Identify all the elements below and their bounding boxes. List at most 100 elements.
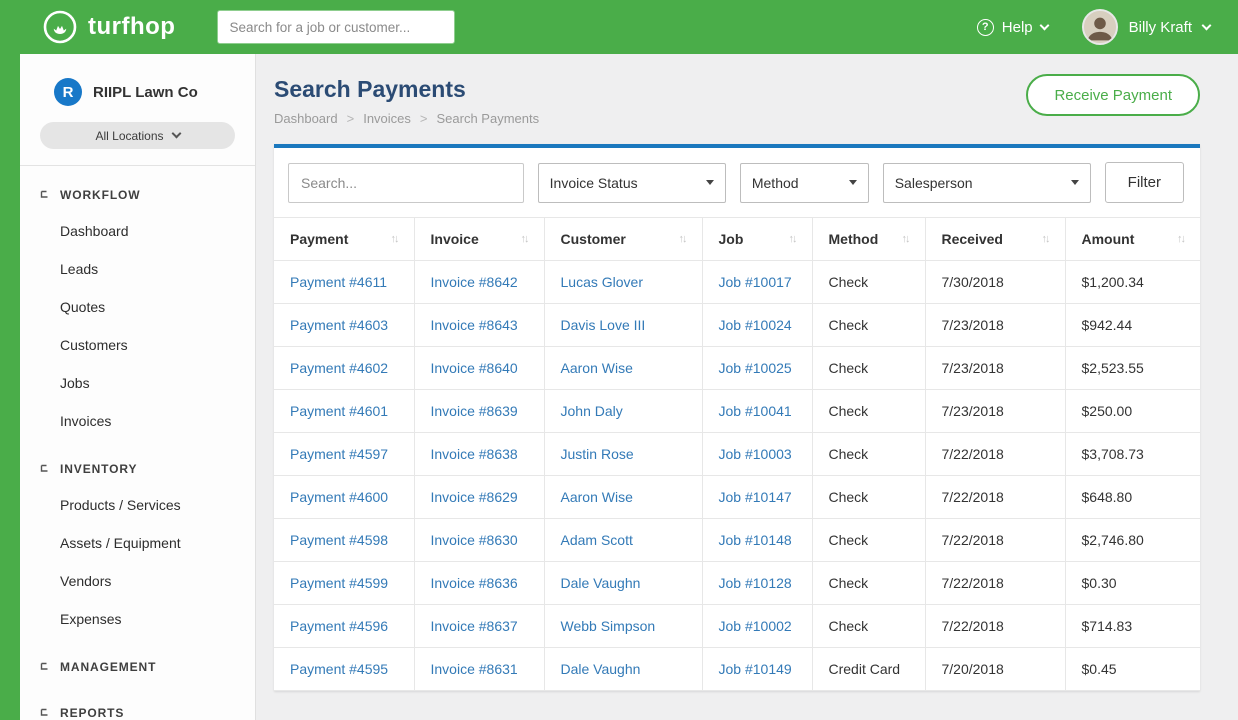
payment-link[interactable]: Payment #4598 [290,532,388,548]
sidebar-item-invoices[interactable]: Invoices [20,402,255,440]
all-locations-selector[interactable]: All Locations [40,122,235,149]
sidebar-item-leads[interactable]: Leads [20,250,255,288]
filter-button[interactable]: Filter [1105,162,1184,203]
sidebar-item-jobs[interactable]: Jobs [20,364,255,402]
invoice-status-select[interactable]: Invoice Status [538,163,726,203]
sidebar-section-header-inventory: INVENTORY [20,440,255,486]
payment-link[interactable]: Payment #4600 [290,489,388,505]
payment-link[interactable]: Payment #4602 [290,360,388,376]
breadcrumb-separator: > [420,111,428,126]
column-header-job[interactable]: ↑↓Job [702,218,812,261]
job-link[interactable]: Job #10128 [719,575,792,591]
invoice-link[interactable]: Invoice #8636 [431,575,518,591]
job-link[interactable]: Job #10002 [719,618,792,634]
customer-link[interactable]: Davis Love III [561,317,646,333]
method-select[interactable]: Method [740,163,869,203]
sidebar-item-quotes[interactable]: Quotes [20,288,255,326]
invoice-link[interactable]: Invoice #8631 [431,661,518,677]
breadcrumb-item-dashboard[interactable]: Dashboard [274,111,338,126]
payments-search-input[interactable] [288,163,524,203]
column-header-invoice[interactable]: ↑↓Invoice [414,218,544,261]
job-link[interactable]: Job #10148 [719,532,792,548]
invoice-link[interactable]: Invoice #8642 [431,274,518,290]
job-link[interactable]: Job #10149 [719,661,792,677]
global-search-input[interactable] [217,10,455,44]
column-header-label: Job [719,231,744,247]
payment-link[interactable]: Payment #4611 [290,274,387,290]
brand-logo[interactable]: turfhop [42,9,175,45]
sidebar-item-dashboard[interactable]: Dashboard [20,212,255,250]
sidebar-item-expenses[interactable]: Expenses [20,600,255,638]
sidebar-nav: WORKFLOWDashboardLeadsQuotesCustomersJob… [20,166,255,720]
payment-link[interactable]: Payment #4599 [290,575,388,591]
customer-link[interactable]: Webb Simpson [561,618,656,634]
customer-cell: John Daly [544,390,702,433]
column-header-customer[interactable]: ↑↓Customer [544,218,702,261]
job-link[interactable]: Job #10041 [719,403,792,419]
received-value: 7/22/2018 [942,532,1004,548]
customer-link[interactable]: Dale Vaughn [561,575,641,591]
invoice-link[interactable]: Invoice #8640 [431,360,518,376]
invoice-cell: Invoice #8643 [414,304,544,347]
job-link[interactable]: Job #10003 [719,446,792,462]
customer-link[interactable]: Lucas Glover [561,274,643,290]
amount-value: $2,746.80 [1082,532,1144,548]
tree-icon [40,463,52,475]
page-title: Search Payments [274,76,539,103]
receive-payment-button[interactable]: Receive Payment [1026,74,1200,116]
invoice-link[interactable]: Invoice #8637 [431,618,518,634]
invoice-cell: Invoice #8631 [414,648,544,691]
salesperson-select[interactable]: Salesperson [883,163,1091,203]
customer-link[interactable]: Dale Vaughn [561,661,641,677]
method-cell: Check [812,304,925,347]
column-header-amount[interactable]: ↑↓Amount [1065,218,1200,261]
payments-table: ↑↓Payment↑↓Invoice↑↓Customer↑↓Job↑↓Metho… [274,217,1200,691]
job-cell: Job #10147 [702,476,812,519]
payment-link[interactable]: Payment #4601 [290,403,388,419]
customer-link[interactable]: Aaron Wise [561,489,633,505]
table-row: Payment #4597 Invoice #8638 Justin Rose Job… [274,433,1200,476]
customer-link[interactable]: Aaron Wise [561,360,633,376]
breadcrumb-item-invoices[interactable]: Invoices [363,111,411,126]
customer-link[interactable]: Justin Rose [561,446,634,462]
table-row: Payment #4600 Invoice #8629 Aaron Wise Job … [274,476,1200,519]
job-link[interactable]: Job #10147 [719,489,792,505]
company-logo-badge: R [54,78,82,106]
column-header-payment[interactable]: ↑↓Payment [274,218,414,261]
invoice-link[interactable]: Invoice #8638 [431,446,518,462]
sidebar-item-assets-equipment[interactable]: Assets / Equipment [20,524,255,562]
table-row: Payment #4611 Invoice #8642 Lucas Glover Jo… [274,261,1200,304]
turfhop-logo-icon [42,9,78,45]
column-header-received[interactable]: ↑↓Received [925,218,1065,261]
column-header-method[interactable]: ↑↓Method [812,218,925,261]
invoice-link[interactable]: Invoice #8639 [431,403,518,419]
payment-link[interactable]: Payment #4597 [290,446,388,462]
invoice-link[interactable]: Invoice #8629 [431,489,518,505]
job-cell: Job #10041 [702,390,812,433]
job-cell: Job #10024 [702,304,812,347]
user-menu[interactable]: Billy Kraft [1082,9,1210,45]
received-cell: 7/22/2018 [925,433,1065,476]
sidebar-item-vendors[interactable]: Vendors [20,562,255,600]
invoice-link[interactable]: Invoice #8630 [431,532,518,548]
amount-value: $0.30 [1082,575,1117,591]
sidebar-item-customers[interactable]: Customers [20,326,255,364]
payment-link[interactable]: Payment #4596 [290,618,388,634]
method-cell: Check [812,519,925,562]
job-link[interactable]: Job #10024 [719,317,792,333]
customer-link[interactable]: John Daly [561,403,623,419]
tree-icon [40,189,52,201]
method-cell: Check [812,433,925,476]
main-content: Search Payments Dashboard>Invoices>Searc… [256,54,1238,720]
help-menu[interactable]: ? Help [977,19,1048,36]
job-cell: Job #10017 [702,261,812,304]
payment-link[interactable]: Payment #4595 [290,661,388,677]
amount-cell: $1,200.34 [1065,261,1200,304]
job-link[interactable]: Job #10025 [719,360,792,376]
job-link[interactable]: Job #10017 [719,274,792,290]
invoice-link[interactable]: Invoice #8643 [431,317,518,333]
payment-link[interactable]: Payment #4603 [290,317,388,333]
sidebar-item-products-services[interactable]: Products / Services [20,486,255,524]
customer-link[interactable]: Adam Scott [561,532,633,548]
amount-value: $2,523.55 [1082,360,1144,376]
